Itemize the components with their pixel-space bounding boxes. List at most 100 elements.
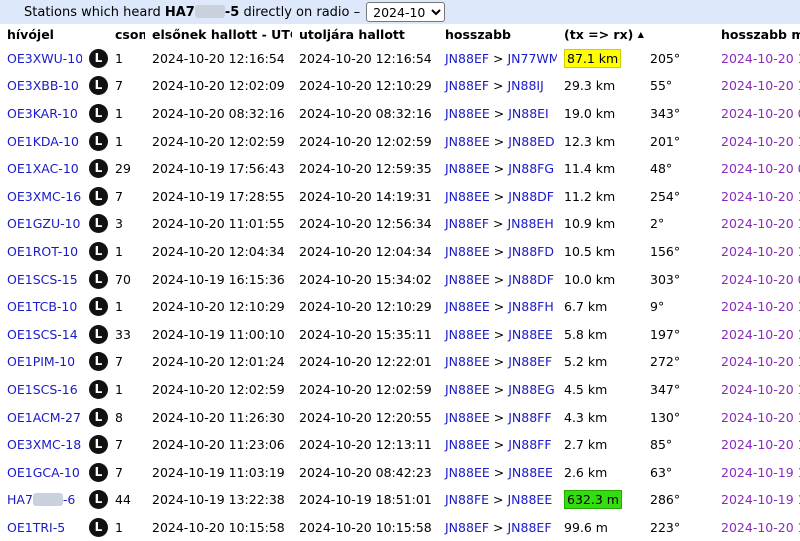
col-header-longest[interactable]: hosszabb [438,24,557,45]
location-badge-icon[interactable]: L [89,297,108,317]
cell-count: 1 [108,99,145,128]
station-link[interactable]: OE3KAR-10 [7,106,78,121]
location-badge-icon[interactable]: L [89,76,108,96]
rx-locator-link[interactable]: JN88EF [507,520,551,535]
tx-locator-link[interactable]: JN88EE [445,410,490,425]
tx-locator-link[interactable]: JN88EE [445,437,490,452]
station-link[interactable]: OE1PIM-10 [7,354,75,369]
station-link[interactable]: OE3XMC-18 [7,437,81,452]
tx-locator-link[interactable]: JN88EE [445,134,490,149]
tx-locator-link[interactable]: JN88FE [445,492,489,507]
station-link[interactable]: OE1ROT-10 [7,244,78,259]
rx-locator-link[interactable]: JN88EE [508,327,553,342]
station-link[interactable]: HA7 -6 [7,492,75,507]
location-badge-icon[interactable]: L [89,159,108,179]
rx-locator-link[interactable]: JN88EI [508,106,549,121]
rx-locator-link[interactable]: JN88FG [508,161,554,176]
col-header-since[interactable]: hosszabb mint - UTC [714,24,800,45]
tx-locator-link[interactable]: JN88EE [445,189,490,204]
rx-locator-link[interactable]: JN88EE [508,465,553,480]
rx-locator-link[interactable]: JN88EG [508,382,555,397]
station-link[interactable]: OE1SCS-15 [7,272,78,287]
rx-locator-link[interactable]: JN88EF [508,354,552,369]
cell-call: OE3XWU-10 [0,44,82,73]
cell-badge: L [82,292,108,321]
tx-locator-link[interactable]: JN88EE [445,382,490,397]
location-badge-icon[interactable]: L [89,324,108,344]
rx-locator-link[interactable]: JN77WM [507,51,557,66]
tx-locator-link[interactable]: JN88EE [445,327,490,342]
location-badge-icon[interactable]: L [89,352,108,372]
location-badge-icon[interactable]: L [89,517,108,537]
rx-locator-link[interactable]: JN88FF [508,410,551,425]
cell-since: 2024-10-20 12:22:01 [714,347,800,376]
station-link[interactable]: OE1XAC-10 [7,161,79,176]
location-badge-icon[interactable]: L [89,131,108,151]
tx-locator-link[interactable]: JN88EE [445,244,490,259]
location-badge-icon[interactable]: L [89,48,108,68]
tx-locator-link[interactable]: JN88EE [445,354,490,369]
locator-separator: > [493,50,504,66]
location-badge-icon[interactable]: L [89,214,108,234]
rx-locator-link[interactable]: JN88ED [508,134,554,149]
cell-first: 2024-10-19 11:03:19 [145,457,292,486]
col-header-txrx[interactable]: (tx => rx) ▲ [557,24,714,45]
station-link[interactable]: OE1GCA-10 [7,465,80,480]
table-row: OE3XMC-18 L 7 2024-10-20 11:23:06 2024-1… [0,430,800,459]
tx-locator-link[interactable]: JN88EF [445,78,489,93]
col-header-first[interactable]: elsőnek hallott - UTC [145,24,292,45]
station-link[interactable]: OE3XMC-16 [7,189,81,204]
cell-call: OE1TRI-5 [0,513,82,541]
station-link[interactable]: OE1SCS-16 [7,382,78,397]
tx-locator-link[interactable]: JN88EF [445,216,489,231]
station-link[interactable]: OE1GZU-10 [7,216,81,231]
station-link[interactable]: OE1SCS-14 [7,327,78,342]
station-link[interactable]: OE1TCB-10 [7,299,77,314]
cell-count: 7 [108,457,145,486]
location-badge-icon[interactable]: L [89,103,108,123]
rx-locator-link[interactable]: JN88EE [507,492,552,507]
rx-locator-link[interactable]: JN88FH [508,299,554,314]
tx-locator-link[interactable]: JN88EE [445,161,490,176]
location-badge-icon[interactable]: L [89,241,108,261]
location-badge-icon[interactable]: L [89,435,108,455]
location-badge-icon[interactable]: L [89,269,108,289]
station-link[interactable]: OE1ACM-27 [7,410,81,425]
rx-locator-link[interactable]: JN88EH [507,216,553,231]
locator-separator: > [493,105,505,121]
rx-locator-link[interactable]: JN88FD [508,244,554,259]
location-badge-icon[interactable]: L [89,462,108,482]
col-header-count[interactable]: csom [108,24,145,45]
table-row: OE1XAC-10 L 29 2024-10-19 17:56:43 2024-… [0,154,800,183]
location-badge-icon[interactable]: L [89,490,108,510]
tx-locator-link[interactable]: JN88EE [445,272,490,287]
tx-locator-link[interactable]: JN88EE [445,465,490,480]
cell-since: 2024-10-20 12:04:34 [714,237,800,266]
tx-locator-link[interactable]: JN88EE [445,299,490,314]
tx-locator-link[interactable]: JN88EF [445,51,489,66]
col-header-call[interactable]: hívójel [0,24,82,45]
station-link[interactable]: OE3XWU-10 [7,51,82,66]
station-link[interactable]: OE3XBB-10 [7,78,79,93]
month-select[interactable]: 2024-10 [366,2,446,22]
distance-value: 4.3 km [564,409,608,425]
col-header-last[interactable]: utoljára hallott [292,24,438,45]
cell-count: 3 [108,209,145,238]
cell-locators: JN88EE > JN88EF [438,347,557,376]
tx-locator-link[interactable]: JN88EF [445,520,489,535]
cell-locators: JN88EF > JN77WM [438,44,557,73]
tx-locator-link[interactable]: JN88EE [445,106,490,121]
cell-locators: JN88FE > JN88EE [438,485,557,514]
rx-locator-link[interactable]: JN88FF [508,437,551,452]
rx-locator-link[interactable]: JN88DF [508,189,554,204]
rx-locator-link[interactable]: JN88DF [508,272,554,287]
cell-bearing: 130° [643,402,715,431]
station-link[interactable]: OE1TRI-5 [7,520,65,535]
location-badge-icon[interactable]: L [89,379,108,399]
cell-first: 2024-10-19 17:28:55 [145,181,292,211]
rx-locator-link[interactable]: JN88IJ [507,78,543,93]
cell-first: 2024-10-19 17:56:43 [145,154,292,183]
location-badge-icon[interactable]: L [89,407,108,427]
station-link[interactable]: OE1KDA-10 [7,134,79,149]
location-badge-icon[interactable]: L [89,186,108,206]
